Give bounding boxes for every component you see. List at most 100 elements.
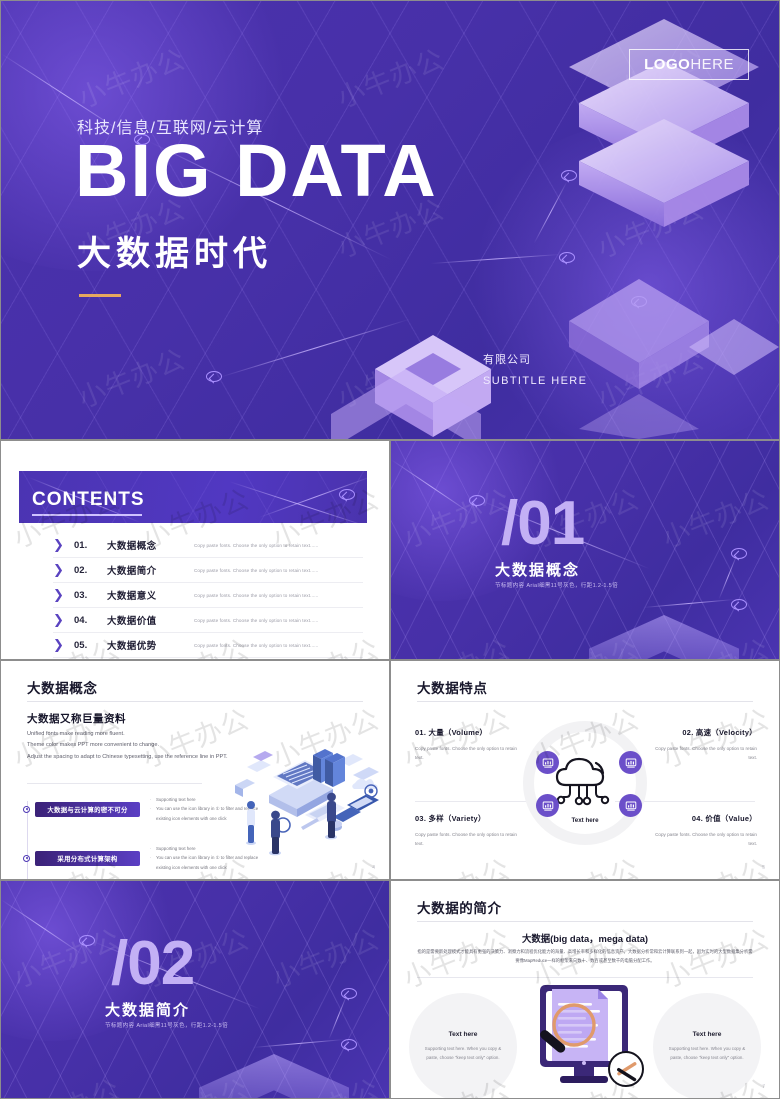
section-number: /01 [501,489,585,558]
chevron-right-icon: ❯ [53,537,64,552]
contents-heading-underline [32,514,142,516]
contents-item-label: 大数据意义 [107,591,157,602]
feature-body: Copy paste fonts. Choose the only option… [415,746,517,760]
feature-heading: 03. 多样（Variety） [415,814,486,823]
contents-link-2 [228,481,367,523]
contents-item-label: 大数据简介 [107,566,157,577]
contents-link-3 [258,475,367,518]
contents-item-label: 大数据价值 [107,616,157,627]
logo-bold-text: LOGO [644,56,691,73]
cover-subtitle: SUBTITLE HERE [483,375,588,387]
feature-item-volume: 01. 大量（Volume） Copy paste fonts. Choose … [415,727,523,762]
slide-section-02[interactable]: /02 大数据简介 节标题内容 Arial细黑11号灰色，行距1.2-1.5倍 … [0,880,390,1099]
chart-badge-icon-1[interactable] [536,751,559,774]
contents-node [339,489,355,500]
document-search-illustration [540,985,644,1087]
bullet-dot-icon [23,805,30,813]
logo-light-text: HERE [690,56,734,73]
slide-big-data-features[interactable]: 大数据特点 Text here 01. 大量（Volume） Copy past… [390,660,780,880]
list-item[interactable]: ❯ 01. 大数据概念 Copy paste fonts. Choose the… [53,533,363,558]
section-number: /02 [111,929,195,998]
cover-company: 有限公司 [483,354,531,366]
feature-item-value: 04. 价值（Value） Copy paste fonts. Choose t… [649,813,757,848]
intro-divider [417,977,753,978]
feature-item-velocity: 02. 高速（Velocity） Copy paste fonts. Choos… [649,727,757,762]
page-number: 7 [762,1084,765,1090]
slide-deck-preview: 小牛办公小牛办公小牛办公 小牛办公小牛办公小牛办公 小牛办公小牛办公小牛办公 L… [0,0,780,1099]
bar-chart-icon [625,800,636,811]
chevron-right-icon: ❯ [53,637,64,652]
feature-body: Copy paste fonts. Choose the only option… [655,746,757,760]
contents-item-number: 05. [74,639,88,651]
slide-cover[interactable]: 小牛办公小牛办公小牛办公 小牛办公小牛办公小牛办公 小牛办公小牛办公小牛办公 L… [0,0,780,440]
section-background [1,881,389,1098]
bullet-dot-icon [23,854,30,862]
contents-item-desc: Copy paste fonts. Choose the only option… [194,567,319,573]
feature-body: Copy paste fonts. Choose the only option… [655,832,757,846]
intro-circle-left: Text here Supporting text here. When you… [409,993,517,1098]
title-divider [417,701,753,702]
contents-header-bar: CONTENTS [19,471,367,523]
section-title: 大数据概念 [495,562,581,579]
section-title: 大数据简介 [105,1002,191,1019]
bar-chart-icon [542,757,553,768]
contents-item-number: 04. [74,614,88,626]
step-label: 采用分布式计算架构 [35,850,140,866]
isometric-workspace-illustration [235,749,379,856]
bar-chart-icon [625,757,636,768]
list-item[interactable]: ❯ 03. 大数据意义 Copy paste fonts. Choose the… [53,583,363,608]
features-center-label: Text here [571,817,599,824]
contents-item-desc: Copy paste fonts. Choose the only option… [194,542,319,548]
slide-contents[interactable]: CONTENTS ❯ 01. 大数据概念 Copy paste fonts. C… [0,440,390,660]
logo-placeholder[interactable]: LOGOHERE [629,49,749,80]
page-title: 大数据概念 [27,681,98,696]
list-item[interactable]: ❯ 02. 大数据简介 Copy paste fonts. Choose the… [53,558,363,583]
cover-title-en: BIG DATA [75,129,438,212]
chevron-right-icon: ❯ [53,612,64,627]
intro-circle-body: Supporting text here. When you copy & pa… [668,1046,746,1060]
list-item[interactable]: ❯ 05. 大数据优势 Copy paste fonts. Choose the… [53,633,363,658]
chevron-right-icon: ❯ [53,587,64,602]
contents-heading: CONTENTS [32,489,145,510]
step-label: 大数据与云计算的密不可分 [35,801,140,817]
intro-circle-body: Supporting text here. When you copy & pa… [424,1046,502,1060]
concept-subtitle: 大数据又称巨量资料 [27,713,126,725]
concept-paragraph: Unified fonts make reading more fluent. … [27,731,228,760]
feature-item-variety: 03. 多样（Variety） Copy paste fonts. Choose… [415,813,523,848]
list-item[interactable]: ❯ 04. 大数据价值 Copy paste fonts. Choose the… [53,608,363,633]
section-subtitle: 节标题内容 Arial细黑11号灰色，行距1.2-1.5倍 [105,1023,228,1029]
cover-accent-rule [79,294,121,297]
feature-heading: 01. 大量（Volume） [415,728,488,737]
feature-heading: 04. 价值（Value） [691,814,757,823]
page-number: 5 [762,865,765,871]
section-subtitle: 节标题内容 Arial细黑11号灰色，行距1.2-1.5倍 [495,583,618,589]
contents-item-desc: Copy paste fonts. Choose the only option… [194,592,319,598]
feature-heading: 02. 高速（Velocity） [682,728,757,737]
title-divider [27,701,363,702]
contents-item-label: 大数据概念 [107,541,157,552]
slide-big-data-concept[interactable]: 大数据概念 大数据又称巨量资料 Unified fonts make readi… [0,660,390,880]
feature-body: Copy paste fonts. Choose the only option… [415,832,517,846]
contents-list: ❯ 01. 大数据概念 Copy paste fonts. Choose the… [53,533,363,658]
intro-heading: 大数据(big data，mega data) [521,933,649,944]
contents-item-desc: Copy paste fonts. Choose the only option… [194,617,319,623]
contents-item-desc: Copy paste fonts. Choose the only option… [194,642,319,648]
slide-section-01[interactable]: /01 大数据概念 节标题内容 Arial细黑11号灰色，行距1.2-1.5倍 … [390,440,780,660]
intro-circle-heading: Text here [448,1031,478,1039]
title-divider [417,921,753,922]
bar-chart-icon [542,800,553,811]
intro-paragraph: 指的是需要新处理模式才能具有更强的决策力、洞察力和流程优化能力的海量、高增长率和… [417,949,753,964]
chart-badge-icon-4[interactable] [619,794,642,817]
contents-item-number: 03. [74,589,88,601]
chart-badge-icon-3[interactable] [536,794,559,817]
chevron-right-icon: ❯ [53,562,64,577]
page-title: 大数据的简介 [417,901,502,916]
section-background [391,441,779,659]
chart-badge-icon-2[interactable] [619,751,642,774]
page-title: 大数据特点 [417,681,488,696]
concept-divider [27,783,202,784]
page-number: 4 [372,865,375,871]
intro-circle-right: Text here Supporting text here. When you… [653,993,761,1098]
slide-big-data-intro[interactable]: 大数据的简介 大数据(big data，mega data) 指的是需要新处理模… [390,880,780,1099]
contents-item-number: 01. [74,539,88,551]
